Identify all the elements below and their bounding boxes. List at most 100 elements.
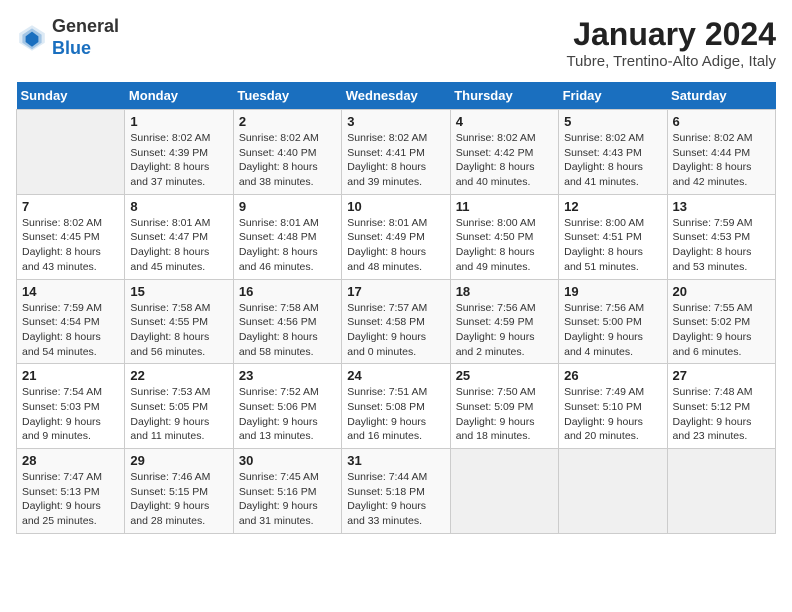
calendar-cell: 23Sunrise: 7:52 AMSunset: 5:06 PMDayligh… <box>233 364 341 449</box>
day-info: Sunrise: 8:00 AMSunset: 4:51 PMDaylight:… <box>564 216 661 275</box>
week-row-3: 14 Sunrise: 7:59 AMSunset: 4:54 PMDayligh… <box>17 279 776 364</box>
weekday-header-row: SundayMondayTuesdayWednesdayThursdayFrid… <box>17 82 776 110</box>
day-number: 9 <box>239 199 336 214</box>
calendar-cell: 27 Sunrise: 7:48 AMSunset: 5:12 PMDayligh… <box>667 364 775 449</box>
calendar-cell: 2 Sunrise: 8:02 AMSunset: 4:40 PMDaylight… <box>233 110 341 195</box>
calendar-cell: 31 Sunrise: 7:44 AMSunset: 5:18 PMDayligh… <box>342 449 450 534</box>
day-number: 6 <box>673 114 770 129</box>
page-header: General Blue January 2024 Tubre, Trentin… <box>16 16 776 70</box>
day-info: Sunrise: 7:55 AMSunset: 5:02 PMDaylight:… <box>673 301 770 360</box>
calendar-cell: 13 Sunrise: 7:59 AMSunset: 4:53 PMDayligh… <box>667 194 775 279</box>
day-number: 8 <box>130 199 227 214</box>
day-info: Sunrise: 8:01 AMSunset: 4:49 PMDaylight:… <box>347 216 444 275</box>
day-info: Sunrise: 7:58 AMSunset: 4:56 PMDaylight:… <box>239 301 336 360</box>
day-info: Sunrise: 8:02 AMSunset: 4:44 PMDaylight:… <box>673 131 770 190</box>
calendar-cell: 18 Sunrise: 7:56 AMSunset: 4:59 PMDayligh… <box>450 279 558 364</box>
calendar-cell: 3 Sunrise: 8:02 AMSunset: 4:41 PMDaylight… <box>342 110 450 195</box>
day-number: 22 <box>130 368 227 383</box>
weekday-header-saturday: Saturday <box>667 82 775 110</box>
day-info: Sunrise: 8:02 AMSunset: 4:45 PMDaylight:… <box>22 216 119 275</box>
day-number: 30 <box>239 453 336 468</box>
weekday-header-monday: Monday <box>125 82 233 110</box>
day-number: 7 <box>22 199 119 214</box>
day-info: Sunrise: 7:56 AMSunset: 4:59 PMDaylight:… <box>456 301 553 360</box>
day-number: 19 <box>564 284 661 299</box>
calendar-cell: 17 Sunrise: 7:57 AMSunset: 4:58 PMDayligh… <box>342 279 450 364</box>
calendar-cell: 19Sunrise: 7:56 AMSunset: 5:00 PMDayligh… <box>559 279 667 364</box>
calendar-cell: 9Sunrise: 8:01 AMSunset: 4:48 PMDaylight… <box>233 194 341 279</box>
day-number: 5 <box>564 114 661 129</box>
calendar-cell <box>559 449 667 534</box>
day-number: 28 <box>22 453 119 468</box>
day-number: 18 <box>456 284 553 299</box>
calendar-body: 1 Sunrise: 8:02 AMSunset: 4:39 PMDaylight… <box>17 110 776 534</box>
calendar-cell: 8 Sunrise: 8:01 AMSunset: 4:47 PMDaylight… <box>125 194 233 279</box>
day-number: 1 <box>130 114 227 129</box>
week-row-2: 7 Sunrise: 8:02 AMSunset: 4:45 PMDaylight… <box>17 194 776 279</box>
week-row-5: 28Sunrise: 7:47 AMSunset: 5:13 PMDayligh… <box>17 449 776 534</box>
day-number: 10 <box>347 199 444 214</box>
calendar-cell: 4Sunrise: 8:02 AMSunset: 4:42 PMDaylight… <box>450 110 558 195</box>
day-number: 29 <box>130 453 227 468</box>
day-number: 27 <box>673 368 770 383</box>
day-info: Sunrise: 8:01 AMSunset: 4:47 PMDaylight:… <box>130 216 227 275</box>
day-info: Sunrise: 7:53 AMSunset: 5:05 PMDaylight:… <box>130 385 227 444</box>
day-info: Sunrise: 7:48 AMSunset: 5:12 PMDaylight:… <box>673 385 770 444</box>
title-area: January 2024 Tubre, Trentino-Alto Adige,… <box>566 16 776 70</box>
calendar-cell: 11Sunrise: 8:00 AMSunset: 4:50 PMDayligh… <box>450 194 558 279</box>
day-number: 20 <box>673 284 770 299</box>
weekday-header-tuesday: Tuesday <box>233 82 341 110</box>
calendar-cell: 28Sunrise: 7:47 AMSunset: 5:13 PMDayligh… <box>17 449 125 534</box>
day-info: Sunrise: 7:57 AMSunset: 4:58 PMDaylight:… <box>347 301 444 360</box>
calendar-cell: 15Sunrise: 7:58 AMSunset: 4:55 PMDayligh… <box>125 279 233 364</box>
day-info: Sunrise: 7:59 AMSunset: 4:53 PMDaylight:… <box>673 216 770 275</box>
calendar-cell: 30Sunrise: 7:45 AMSunset: 5:16 PMDayligh… <box>233 449 341 534</box>
day-info: Sunrise: 7:44 AMSunset: 5:18 PMDaylight:… <box>347 470 444 529</box>
calendar-cell <box>17 110 125 195</box>
logo: General Blue <box>16 16 119 59</box>
calendar-cell: 20 Sunrise: 7:55 AMSunset: 5:02 PMDayligh… <box>667 279 775 364</box>
day-number: 25 <box>456 368 553 383</box>
weekday-header-wednesday: Wednesday <box>342 82 450 110</box>
day-number: 14 <box>22 284 119 299</box>
day-number: 31 <box>347 453 444 468</box>
day-number: 23 <box>239 368 336 383</box>
location-title: Tubre, Trentino-Alto Adige, Italy <box>566 53 776 70</box>
calendar-cell <box>667 449 775 534</box>
day-info: Sunrise: 7:49 AMSunset: 5:10 PMDaylight:… <box>564 385 661 444</box>
weekday-header-sunday: Sunday <box>17 82 125 110</box>
calendar-cell: 14 Sunrise: 7:59 AMSunset: 4:54 PMDayligh… <box>17 279 125 364</box>
calendar-cell: 29Sunrise: 7:46 AMSunset: 5:15 PMDayligh… <box>125 449 233 534</box>
day-number: 17 <box>347 284 444 299</box>
day-number: 13 <box>673 199 770 214</box>
day-number: 24 <box>347 368 444 383</box>
calendar-cell: 1 Sunrise: 8:02 AMSunset: 4:39 PMDaylight… <box>125 110 233 195</box>
logo-text: General Blue <box>52 16 119 59</box>
calendar-cell: 12 Sunrise: 8:00 AMSunset: 4:51 PMDayligh… <box>559 194 667 279</box>
weekday-header-friday: Friday <box>559 82 667 110</box>
weekday-header-thursday: Thursday <box>450 82 558 110</box>
day-number: 11 <box>456 199 553 214</box>
day-info: Sunrise: 8:02 AMSunset: 4:39 PMDaylight:… <box>130 131 227 190</box>
day-info: Sunrise: 7:54 AMSunset: 5:03 PMDaylight:… <box>22 385 119 444</box>
day-number: 2 <box>239 114 336 129</box>
day-info: Sunrise: 7:50 AMSunset: 5:09 PMDaylight:… <box>456 385 553 444</box>
day-info: Sunrise: 7:59 AMSunset: 4:54 PMDaylight:… <box>22 301 119 360</box>
calendar-cell: 21 Sunrise: 7:54 AMSunset: 5:03 PMDayligh… <box>17 364 125 449</box>
day-number: 3 <box>347 114 444 129</box>
calendar-cell: 26 Sunrise: 7:49 AMSunset: 5:10 PMDayligh… <box>559 364 667 449</box>
calendar-cell <box>450 449 558 534</box>
day-number: 21 <box>22 368 119 383</box>
calendar-cell: 5Sunrise: 8:02 AMSunset: 4:43 PMDaylight… <box>559 110 667 195</box>
day-number: 26 <box>564 368 661 383</box>
day-info: Sunrise: 8:02 AMSunset: 4:41 PMDaylight:… <box>347 131 444 190</box>
day-number: 15 <box>130 284 227 299</box>
calendar-cell: 24 Sunrise: 7:51 AMSunset: 5:08 PMDayligh… <box>342 364 450 449</box>
day-number: 16 <box>239 284 336 299</box>
week-row-1: 1 Sunrise: 8:02 AMSunset: 4:39 PMDaylight… <box>17 110 776 195</box>
day-info: Sunrise: 8:02 AMSunset: 4:40 PMDaylight:… <box>239 131 336 190</box>
calendar-cell: 6 Sunrise: 8:02 AMSunset: 4:44 PMDaylight… <box>667 110 775 195</box>
calendar-cell: 25 Sunrise: 7:50 AMSunset: 5:09 PMDayligh… <box>450 364 558 449</box>
day-info: Sunrise: 7:51 AMSunset: 5:08 PMDaylight:… <box>347 385 444 444</box>
day-number: 12 <box>564 199 661 214</box>
